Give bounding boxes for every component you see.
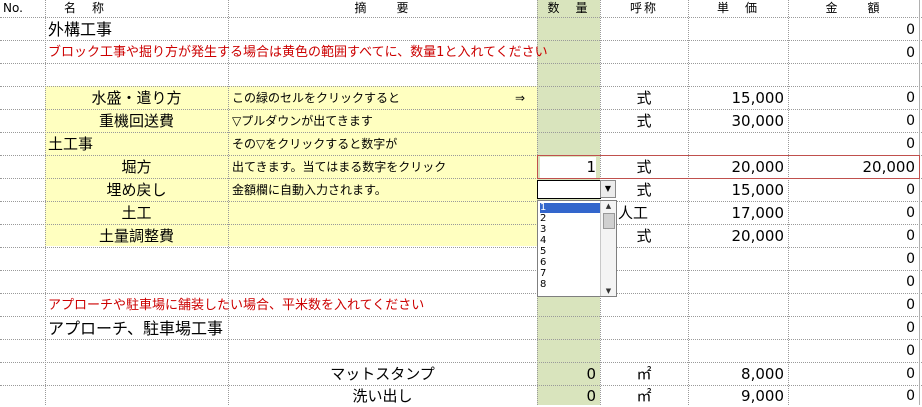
amount-cell[interactable]: 0 (790, 203, 915, 224)
dropdown-option[interactable]: 7 (540, 269, 600, 279)
dropdown-option[interactable]: 2 (540, 214, 600, 224)
scroll-up-icon[interactable]: ▲ (601, 201, 616, 211)
unit-cell: 式 (636, 89, 652, 107)
unit-cell: ㎡ (636, 387, 652, 405)
header-unit-price: 単 価 (716, 1, 759, 15)
dropdown-scrollbar[interactable]: ▲ ▼ (600, 201, 616, 296)
unit-cell: 式 (636, 112, 652, 130)
price-cell[interactable]: 15,000 (690, 88, 785, 109)
price-cell[interactable]: 9,000 (690, 386, 784, 407)
amount-cell[interactable]: 0 (790, 272, 915, 293)
item-name-soil-adjust[interactable]: 土量調整費 (45, 226, 228, 247)
item-name-umemodoshi[interactable]: 埋め戻し (45, 180, 228, 201)
summary-cell[interactable]: この緑のセルをクリックすると (232, 88, 400, 109)
dropdown-option[interactable]: 3 (540, 225, 600, 235)
price-cell[interactable]: 8,000 (690, 364, 784, 385)
dropdown-option[interactable]: 8 (540, 280, 600, 290)
summary-cell[interactable]: その▽をクリックすると数字が (232, 134, 397, 155)
header-amount: 金 額 (825, 1, 882, 15)
quantity-cell[interactable]: 0 (540, 386, 596, 407)
unit-cell: 人工 (618, 204, 649, 222)
amount-cell[interactable]: 0 (790, 226, 915, 247)
amount-cell[interactable]: 0 (790, 341, 915, 362)
unit-cell: 式 (636, 158, 652, 176)
price-cell[interactable]: 17,000 (690, 203, 785, 224)
price-cell[interactable]: 15,000 (690, 180, 785, 201)
amount-cell[interactable]: 0 (790, 386, 915, 407)
arrow-right-icon: ⇒ (515, 91, 526, 105)
header-no: No. (3, 1, 23, 15)
amount-cell[interactable]: 0 (790, 88, 915, 109)
price-cell[interactable]: 20,000 (690, 226, 785, 247)
amount-cell[interactable]: 0 (790, 295, 915, 316)
section-title-approach[interactable]: アプローチ、駐車場工事 (48, 318, 223, 339)
quantity-combo-box[interactable] (537, 180, 601, 199)
section-title-earthwork[interactable]: 土工事 (48, 134, 93, 155)
amount-cell[interactable]: 0 (790, 364, 915, 385)
chevron-down-icon: ▼ (604, 184, 612, 193)
notice-paving: アプローチや駐車場に舗装したい場合、平米数を入れてください (48, 298, 425, 313)
amount-cell[interactable]: 0 (790, 249, 915, 270)
header-unit-name: 呼称 (629, 1, 658, 15)
dropdown-option[interactable]: 6 (540, 258, 600, 268)
amount-cell[interactable]: 0 (790, 42, 915, 64)
price-cell[interactable]: 20,000 (690, 157, 785, 178)
header-name: 名 称 (63, 1, 106, 15)
dropdown-arrow-button[interactable]: ▼ (600, 180, 616, 198)
unit-cell: ㎡ (636, 365, 652, 383)
summary-cell[interactable]: ▽プルダウンが出てきます (232, 111, 373, 132)
scroll-thumb[interactable] (603, 213, 615, 229)
amount-cell[interactable]: 0 (790, 111, 915, 132)
dropdown-option[interactable]: 5 (540, 247, 600, 257)
item-name-dokou[interactable]: 土工 (45, 203, 228, 224)
item-name-heavy-machine[interactable]: 重機回送費 (45, 111, 228, 132)
section-title-exterior[interactable]: 外構工事 (48, 19, 112, 41)
amount-cell[interactable]: 0 (790, 19, 915, 41)
item-name-horikata[interactable]: 堀方 (45, 157, 228, 178)
amount-cell[interactable]: 0 (790, 318, 915, 339)
summary-cell[interactable]: 出てきます。当てはまる数字をクリック (232, 157, 446, 178)
quantity-cell[interactable]: 0 (540, 364, 596, 385)
dropdown-option[interactable]: 4 (540, 236, 600, 246)
scroll-down-icon[interactable]: ▼ (601, 286, 616, 296)
header-quantity: 数 量 (547, 1, 590, 15)
item-name-mat-stamp[interactable]: マットスタンプ (228, 364, 537, 385)
amount-cell[interactable]: 0 (790, 180, 915, 201)
item-name-mizumori[interactable]: 水盛・遣り方 (45, 88, 228, 109)
notice-block-work: ブロック工事や掘り方が発生する場合は黄色の範囲すべてに、数量1と入れてください (48, 45, 548, 60)
header-summary: 摘 要 (354, 1, 411, 15)
quantity-cell[interactable]: 1 (540, 157, 596, 178)
summary-cell[interactable]: 金額欄に自動入力されます。 (232, 180, 387, 201)
dropdown-option[interactable]: 1 (540, 203, 600, 213)
amount-cell[interactable]: 20,000 (790, 157, 916, 178)
spreadsheet: No. 名 称 摘 要 数 量 呼称 単 価 金 額 外構工事 0 ブロック工事… (0, 0, 922, 405)
amount-cell[interactable]: 0 (790, 134, 915, 155)
quantity-dropdown-list[interactable]: 1 2 3 4 5 6 7 8 ▲ ▼ (537, 200, 617, 297)
item-name-arai-dashi[interactable]: 洗い出し (228, 386, 537, 407)
price-cell[interactable]: 30,000 (690, 111, 785, 132)
